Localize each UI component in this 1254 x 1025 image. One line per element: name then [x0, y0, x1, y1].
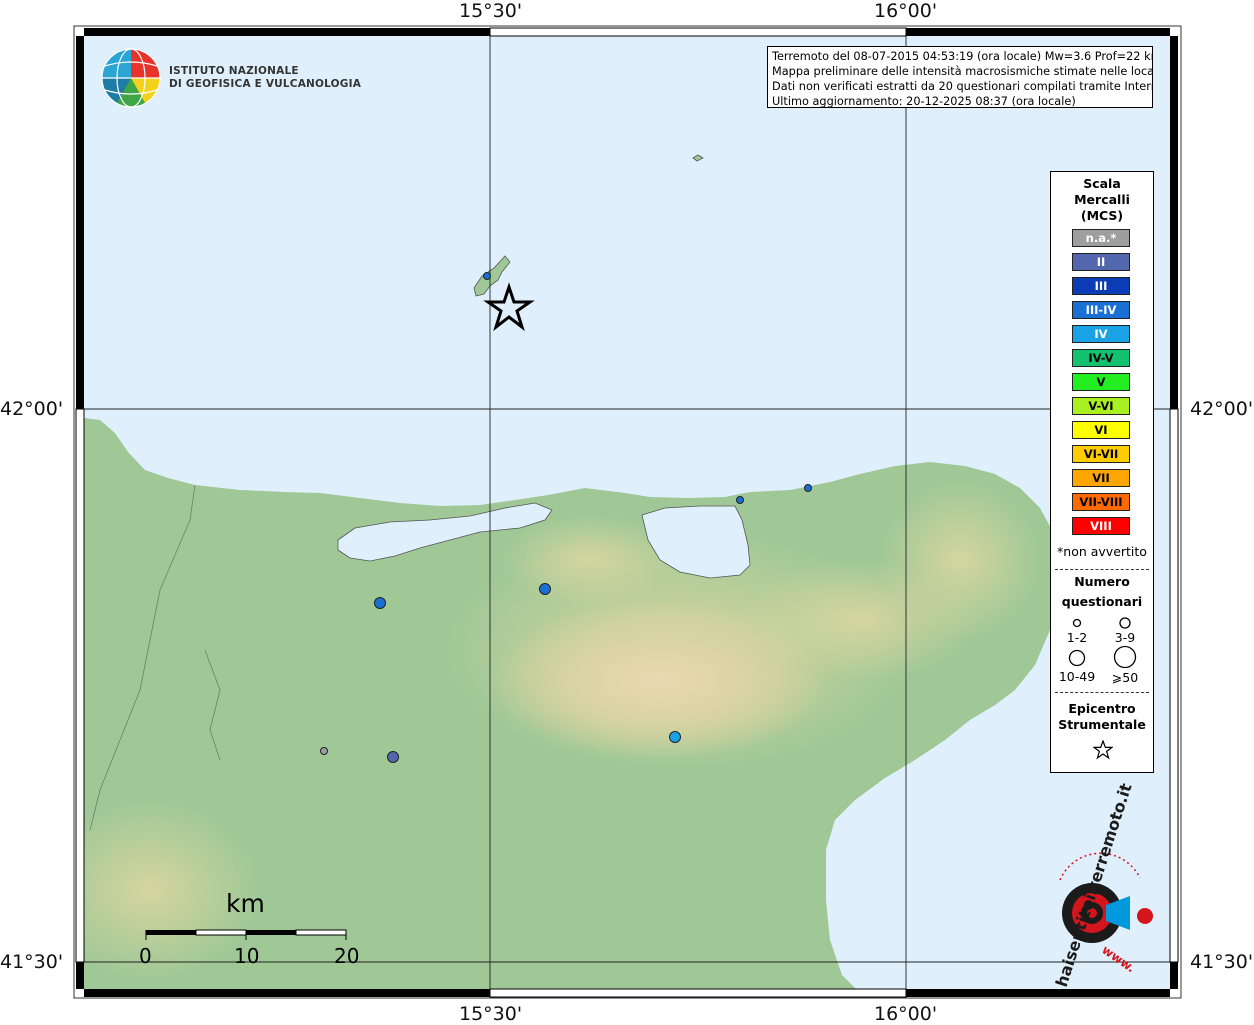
size-label-3-9: 3-9 — [1114, 630, 1136, 645]
intensity-point[interactable] — [539, 583, 551, 595]
size-label-50: ⩾50 — [1111, 670, 1139, 685]
size-symbol-3-9 — [1119, 617, 1131, 629]
intensity-point[interactable] — [387, 751, 399, 763]
frame-top-right — [906, 28, 1170, 36]
legend-divider-1 — [1055, 569, 1149, 570]
size-symbol-50 — [1113, 645, 1137, 669]
event-info-line2: Mappa preliminare delle intensità macros… — [772, 65, 1153, 78]
scale-tick-20: 20 — [334, 944, 360, 968]
frame-right-top — [1170, 36, 1178, 409]
lon-label-bottom-1600: 16°00' — [874, 1003, 938, 1025]
count-title-questionari: questionari — [1061, 594, 1143, 609]
epicenter-legend-star-icon — [1093, 740, 1113, 760]
size-symbol-1-2 — [1072, 618, 1082, 628]
frame-top-left — [84, 28, 490, 36]
legend-panel: Scala Mercalli (MCS) n.a.* II III III-IV IV I… — [1050, 171, 1154, 773]
scale-tick-10: 10 — [234, 944, 260, 968]
mcs-swatch-ii: II — [1072, 253, 1130, 271]
frame-bottom-mid — [489, 988, 907, 998]
frame-left-top — [76, 36, 84, 409]
intensity-point[interactable] — [320, 747, 328, 755]
legend-title-mercalli: Mercalli — [1074, 192, 1130, 207]
lon-label-top-1600: 16°00' — [874, 0, 938, 22]
frame-bottom-left — [84, 989, 490, 997]
mcs-swatch-vi: VI — [1072, 421, 1130, 439]
lon-label-top-1530: 15°30' — [459, 0, 523, 22]
size-symbol-10-49 — [1068, 649, 1086, 667]
legend-title-mcs: (MCS) — [1080, 208, 1124, 223]
intensity-point[interactable] — [669, 731, 681, 743]
lat-label-left-4130: 41°30' — [0, 951, 64, 973]
scale-tick-0: 0 — [139, 944, 152, 968]
lon-label-bottom-1530: 15°30' — [459, 1003, 523, 1025]
ingv-name-line1: ISTITUTO NAZIONALE — [169, 65, 299, 77]
lat-label-left-4200: 42°00' — [0, 398, 64, 420]
size-label-10-49: 10-49 — [1058, 669, 1096, 684]
scale-bar-unit: km — [226, 889, 265, 918]
event-info-box: Terremoto del 08-07-2015 04:53:19 (ora l… — [767, 46, 1153, 108]
size-label-1-2: 1-2 — [1066, 630, 1088, 645]
mcs-swatch-v-vi: V-VI — [1072, 397, 1130, 415]
mcs-swatch-iv: IV — [1072, 325, 1130, 343]
frame-left-mid — [75, 408, 85, 963]
mcs-swatch-vii: VII — [1072, 469, 1130, 487]
ingv-globe-icon — [101, 48, 161, 108]
mcs-swatch-viii: VIII — [1072, 517, 1130, 535]
intensity-point[interactable] — [374, 597, 386, 609]
mcs-swatch-n-a-: n.a.* — [1072, 229, 1130, 247]
epicenter-title-2: Strumentale — [1058, 717, 1146, 732]
legend-title-scala: Scala — [1083, 176, 1121, 191]
event-info-line3: Dati non verificati estratti da 20 quest… — [772, 80, 1153, 93]
mcs-swatch-iii: III — [1072, 277, 1130, 295]
mcs-swatch-iv-v: IV-V — [1072, 349, 1130, 367]
mcs-swatch-v: V — [1072, 373, 1130, 391]
east-coast-relief — [880, 480, 1040, 640]
event-info-line1: Terremoto del 08-07-2015 04:53:19 (ora l… — [772, 50, 1153, 63]
frame-left-bottom — [76, 962, 84, 989]
ingv-name-line2: DI GEOFISICA E VULCANOLOGIA — [169, 78, 362, 90]
epicenter-title-1: Epicentro — [1068, 701, 1136, 716]
mcs-swatch-iii-iv: III-IV — [1072, 301, 1130, 319]
frame-bottom-right — [906, 989, 1170, 997]
not-felt-note: *non avvertito — [1057, 544, 1147, 559]
mcs-swatch-vi-vii: VI-VII — [1072, 445, 1130, 463]
count-title-numero: Numero — [1074, 574, 1130, 589]
frame-top-mid — [489, 27, 907, 37]
mcs-swatch-vii-viii: VII-VIII — [1072, 493, 1130, 511]
legend-divider-2 — [1055, 692, 1149, 693]
frame-right-mid — [1169, 408, 1179, 963]
intensity-point[interactable] — [483, 272, 491, 280]
lat-label-right-4130: 41°30' — [1190, 951, 1254, 973]
frame-right-bottom — [1170, 962, 1178, 989]
intensity-point[interactable] — [736, 496, 744, 504]
event-info-line4: Ultimo aggiornamento: 20-12-2025 08:37 (… — [772, 95, 1076, 108]
intensity-point[interactable] — [804, 484, 812, 492]
lat-label-right-4200: 42°00' — [1190, 398, 1254, 420]
